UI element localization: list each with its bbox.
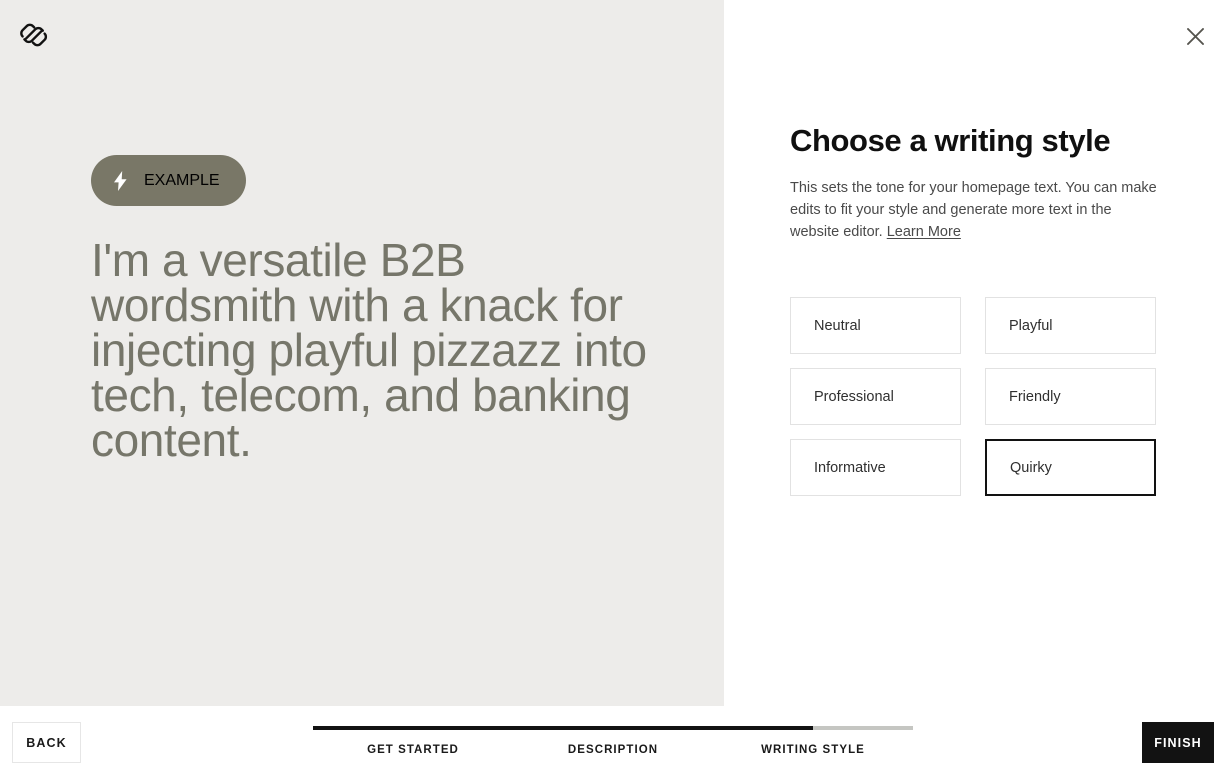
style-option-label: Informative	[814, 460, 886, 476]
wizard-footer: BACK GET STARTED DESCRIPTION WRITING STY…	[0, 706, 1226, 776]
style-option-quirky[interactable]: Quirky	[985, 439, 1156, 496]
stepper-step-get-started[interactable]: GET STARTED	[367, 744, 459, 756]
website-preview-pane: EXAMPLE I'm a versatile B2B wordsmith wi…	[0, 0, 724, 706]
onboarding-screen: EXAMPLE I'm a versatile B2B wordsmith wi…	[0, 0, 1226, 776]
style-option-label: Neutral	[814, 318, 861, 334]
stepper-step-description[interactable]: DESCRIPTION	[568, 744, 658, 756]
example-badge-label: EXAMPLE	[144, 172, 220, 190]
stepper-step-writing-style[interactable]: WRITING STYLE	[761, 744, 865, 756]
style-option-label: Playful	[1009, 318, 1053, 334]
close-panel-button[interactable]	[1181, 22, 1209, 50]
panel-content: Choose a writing style This sets the ton…	[790, 122, 1162, 496]
learn-more-link[interactable]: Learn More	[887, 224, 961, 240]
stepper-progress-fill	[313, 726, 813, 730]
lightning-bolt-icon	[113, 171, 128, 191]
stepper-track	[313, 726, 913, 730]
style-option-neutral[interactable]: Neutral	[790, 297, 961, 354]
style-option-informative[interactable]: Informative	[790, 439, 961, 496]
squarespace-logo	[18, 18, 52, 52]
close-icon	[1187, 28, 1204, 45]
style-option-professional[interactable]: Professional	[790, 368, 961, 425]
style-option-playful[interactable]: Playful	[985, 297, 1156, 354]
example-badge: EXAMPLE	[91, 155, 246, 206]
panel-description-text: This sets the tone for your homepage tex…	[790, 180, 1157, 240]
panel-description: This sets the tone for your homepage tex…	[790, 177, 1162, 243]
back-button[interactable]: BACK	[12, 722, 81, 763]
style-option-label: Quirky	[1010, 460, 1052, 476]
writing-style-options: Neutral Playful Professional Friendly In…	[790, 297, 1162, 496]
panel-title: Choose a writing style	[790, 122, 1162, 160]
preview-content: EXAMPLE I'm a versatile B2B wordsmith wi…	[91, 155, 661, 463]
wizard-stepper: GET STARTED DESCRIPTION WRITING STYLE	[313, 726, 913, 764]
stepper-labels: GET STARTED DESCRIPTION WRITING STYLE	[313, 744, 913, 764]
style-option-label: Professional	[814, 389, 894, 405]
preview-heading: I'm a versatile B2B wordsmith with a kna…	[91, 238, 651, 463]
writing-style-panel: Choose a writing style This sets the ton…	[724, 0, 1226, 706]
style-option-friendly[interactable]: Friendly	[985, 368, 1156, 425]
style-option-label: Friendly	[1009, 389, 1061, 405]
finish-button[interactable]: FINISH	[1142, 722, 1214, 763]
